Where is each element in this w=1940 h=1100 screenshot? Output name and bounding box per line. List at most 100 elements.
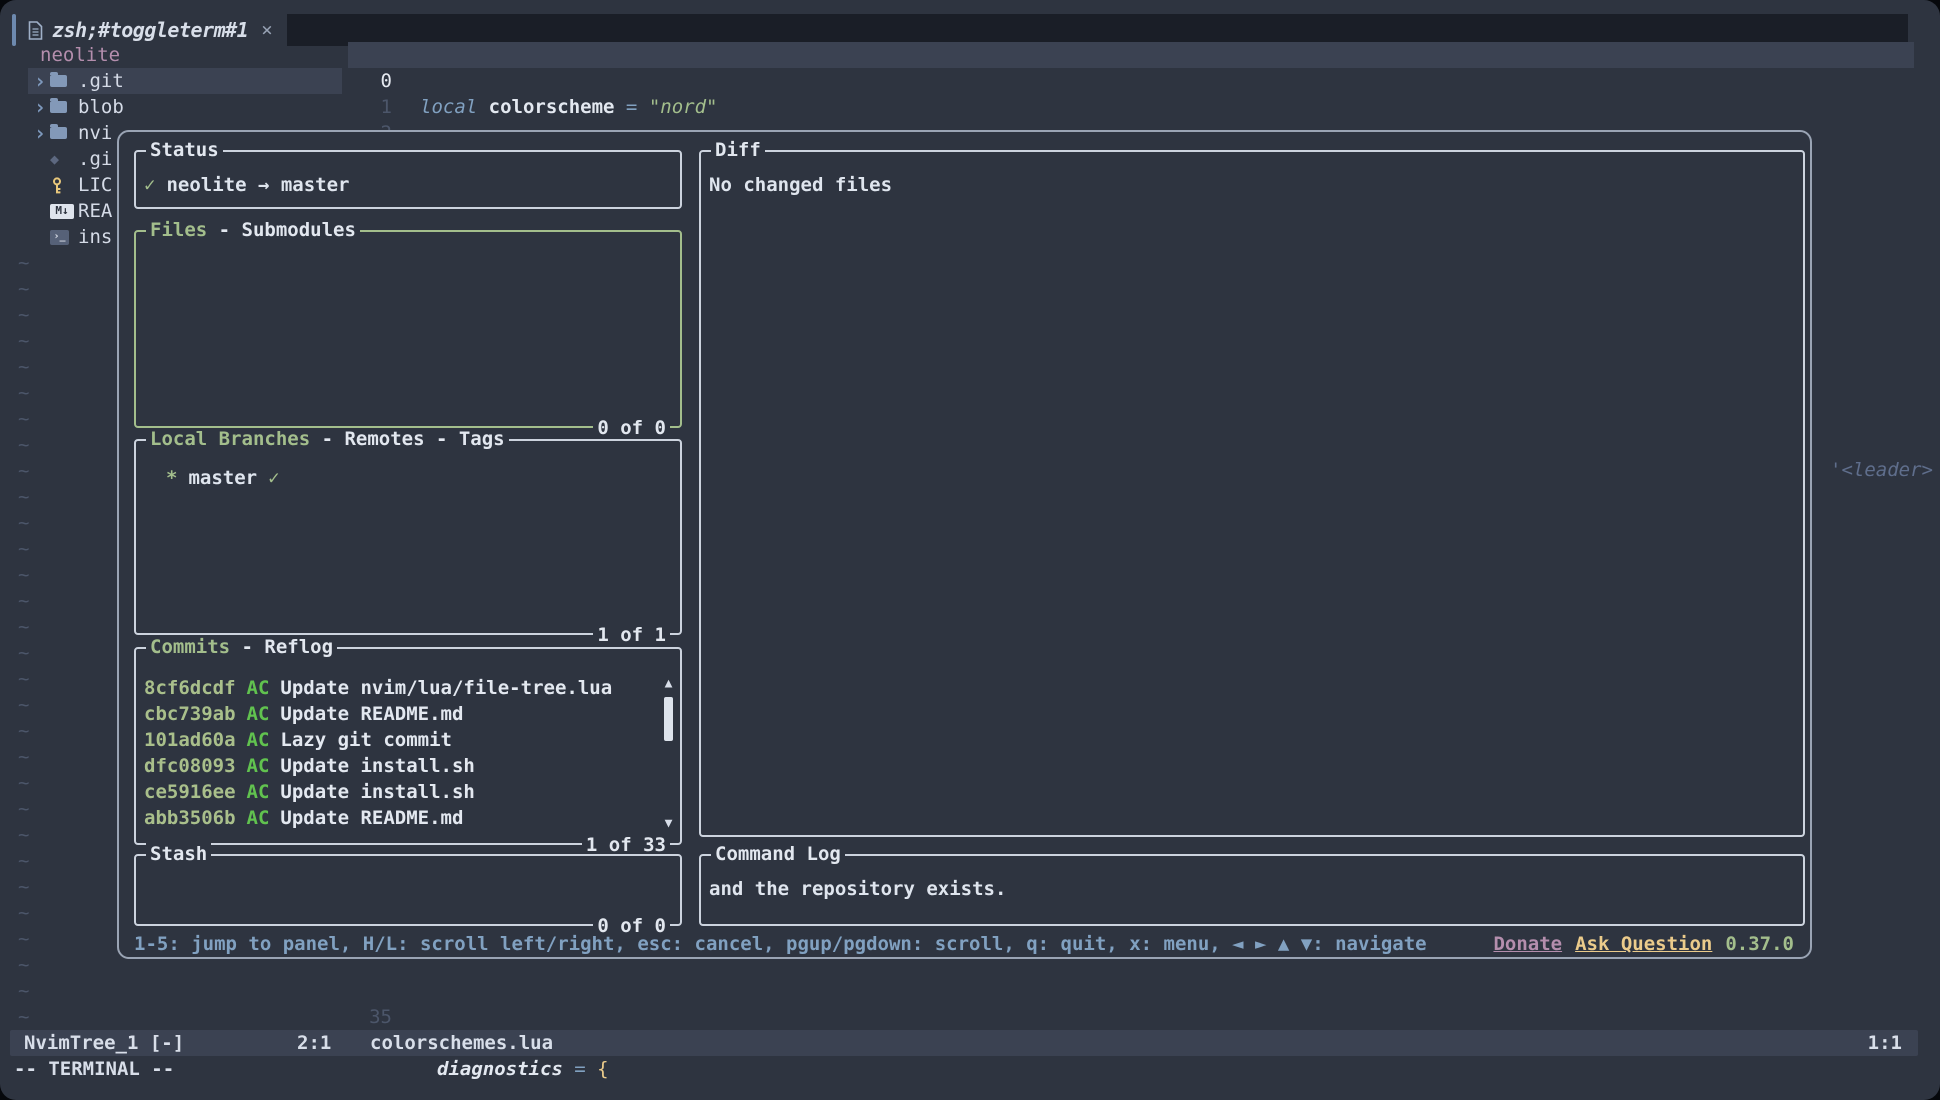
tilde-marker: ~ bbox=[18, 900, 38, 926]
sidebar-item-label: ins bbox=[78, 224, 112, 250]
tilde-marker: ~ bbox=[18, 640, 38, 666]
donate-link[interactable]: Donate bbox=[1493, 931, 1562, 957]
branch-name: master bbox=[188, 465, 257, 467]
commits-count: 1 of 33 bbox=[582, 834, 670, 856]
commit-row[interactable]: cbc739ab AC Update README.md bbox=[144, 701, 680, 727]
tilde-column: ~~~~~~~~~~~~~~~~~~~~~~~~~~~~~~ bbox=[18, 250, 38, 1030]
keybindings-help-text: 1-5: jump to panel, H/L: scroll left/rig… bbox=[134, 931, 1427, 957]
commit-message: Update README.md bbox=[280, 701, 463, 727]
tilde-marker: ~ bbox=[18, 380, 38, 406]
branches-count: 1 of 1 bbox=[593, 624, 670, 646]
code-line-2[interactable]: 2 if colorscheme == "onedark" then bbox=[330, 94, 1914, 120]
tilde-marker: ~ bbox=[18, 484, 38, 510]
markdown-icon: M↓ bbox=[50, 204, 78, 219]
tilde-marker: ~ bbox=[18, 718, 38, 744]
commit-author: AC bbox=[247, 701, 270, 727]
tilde-marker: ~ bbox=[18, 614, 38, 640]
tilde-marker: ~ bbox=[18, 432, 38, 458]
commit-row[interactable]: abb3506bACUpdate README.md bbox=[144, 805, 680, 831]
tilde-marker: ~ bbox=[18, 354, 38, 380]
operator-token: = bbox=[563, 1058, 597, 1080]
terminal-icon: ›_ bbox=[50, 230, 78, 245]
commit-author: AC bbox=[247, 675, 270, 701]
filetree-root-label: neolite bbox=[40, 42, 120, 68]
code-line-0[interactable]: 0 local colorscheme = "nord" bbox=[330, 42, 1914, 68]
commit-hash: ce5916ee bbox=[144, 779, 236, 805]
brace-token: { bbox=[597, 1058, 608, 1080]
commit-row[interactable]: dfc08093 AC Update install.sh bbox=[144, 753, 680, 779]
commit-row[interactable]: 101ad60aACLazy git commit bbox=[144, 727, 680, 753]
sidebar-item-label: REA bbox=[78, 198, 112, 224]
check-icon: ✓ bbox=[268, 465, 279, 467]
chevron-right-icon: › bbox=[28, 120, 50, 146]
commit-author: AC bbox=[247, 727, 270, 753]
tilde-marker: ~ bbox=[18, 822, 38, 848]
commit-author: AC bbox=[247, 753, 270, 779]
check-icon: ✓ bbox=[144, 172, 155, 178]
status-branch-text: neolite → master bbox=[166, 172, 349, 178]
lazygit-commits-panel[interactable]: Commits - Reflog 8cf6dcdfACUpdate nvim/l… bbox=[134, 647, 682, 845]
git-icon: ◆ bbox=[50, 146, 78, 172]
chevron-right-icon: › bbox=[28, 94, 50, 120]
tilde-marker: ~ bbox=[18, 744, 38, 770]
lazygit-float-window: Status ✓ neolite → master Files - Submod… bbox=[117, 130, 1812, 959]
commit-hash: 8cf6dcdf bbox=[144, 675, 236, 701]
statusline-line-column: 1:1 bbox=[1868, 1030, 1902, 1056]
folder-icon bbox=[50, 127, 78, 139]
file-icon bbox=[28, 21, 43, 40]
chevron-right-icon: › bbox=[28, 68, 50, 94]
tilde-marker: ~ bbox=[18, 458, 38, 484]
stash-list-empty bbox=[136, 856, 680, 924]
commit-row[interactable]: ce5916ee AC Update install.sh bbox=[144, 779, 680, 805]
sidebar-item-git-folder[interactable]: › .git bbox=[28, 68, 342, 94]
scrollbar-thumb[interactable] bbox=[664, 697, 673, 741]
identifier-token: diagnostics bbox=[437, 1058, 563, 1080]
commit-message: Update install.sh bbox=[280, 753, 474, 779]
lazygit-stash-panel[interactable]: Stash 0 of 0 bbox=[134, 854, 682, 926]
commit-hash: dfc08093 bbox=[144, 753, 236, 779]
commit-hash: abb3506b bbox=[144, 805, 236, 831]
tilde-marker: ~ bbox=[18, 692, 38, 718]
branch-row-master[interactable]: * master ✓ bbox=[136, 441, 680, 467]
current-branch-star-icon: * bbox=[166, 465, 177, 467]
mode-indicator: -- TERMINAL -- bbox=[14, 1056, 174, 1082]
commit-message: Update nvim/lua/file-tree.lua bbox=[280, 675, 612, 701]
lazygit-files-panel[interactable]: Files - Submodules 0 of 0 bbox=[134, 230, 682, 428]
commit-row[interactable]: 8cf6dcdf AC Update nvim/lua/file-tree.lua bbox=[144, 675, 680, 701]
scroll-up-icon[interactable]: ▲ bbox=[662, 677, 675, 691]
sidebar-item-blob-folder[interactable]: › blob bbox=[28, 94, 342, 120]
tilde-marker: ~ bbox=[18, 406, 38, 432]
terminal-window: zsh;#toggleterm#1 × neolite › .git › blo… bbox=[0, 0, 1940, 1100]
code-line-35[interactable]: 35 -- Plugins Config -- bbox=[330, 978, 1914, 1004]
folder-icon bbox=[50, 101, 78, 113]
commit-author: AC bbox=[247, 779, 270, 805]
tilde-marker: ~ bbox=[18, 874, 38, 900]
tilde-marker: ~ bbox=[18, 848, 38, 874]
tab-close-icon[interactable]: × bbox=[261, 19, 272, 41]
commits-scrollbar[interactable]: ▲ ▼ bbox=[662, 673, 675, 835]
code-line-36[interactable]: 36 diagnostics = { bbox=[330, 1004, 1914, 1030]
sidebar-item-label: .git bbox=[78, 68, 124, 94]
sidebar-item-label: blob bbox=[78, 94, 124, 120]
commit-message: Lazy git commit bbox=[280, 727, 452, 753]
tilde-marker: ~ bbox=[18, 536, 38, 562]
statusline-filename: colorschemes.lua bbox=[370, 1030, 553, 1056]
command-log-message: and the repository exists. bbox=[701, 856, 1803, 902]
lazygit-diff-panel[interactable]: Diff No changed files bbox=[699, 150, 1805, 837]
commit-message: Update install.sh bbox=[280, 779, 474, 805]
tilde-marker: ~ bbox=[18, 666, 38, 692]
commit-hash: cbc739ab bbox=[144, 701, 236, 727]
statusline-buffer-name: NvimTree_1 [-] bbox=[24, 1030, 184, 1056]
tilde-marker: ~ bbox=[18, 302, 38, 328]
code-line-1[interactable]: 1 bbox=[330, 68, 1914, 94]
lazygit-status-panel[interactable]: Status ✓ neolite → master bbox=[134, 150, 682, 209]
tilde-marker: ~ bbox=[18, 952, 38, 978]
files-count: 0 of 0 bbox=[593, 417, 670, 439]
scroll-down-icon[interactable]: ▼ bbox=[662, 817, 675, 831]
lazygit-command-log-panel[interactable]: Command Log and the repository exists. bbox=[699, 854, 1805, 926]
ask-question-link[interactable]: Ask Question bbox=[1575, 931, 1712, 957]
tilde-marker: ~ bbox=[18, 926, 38, 952]
tilde-marker: ~ bbox=[18, 770, 38, 796]
tilde-marker: ~ bbox=[18, 796, 38, 822]
lazygit-branches-panel[interactable]: Local Branches - Remotes - Tags * master… bbox=[134, 439, 682, 635]
